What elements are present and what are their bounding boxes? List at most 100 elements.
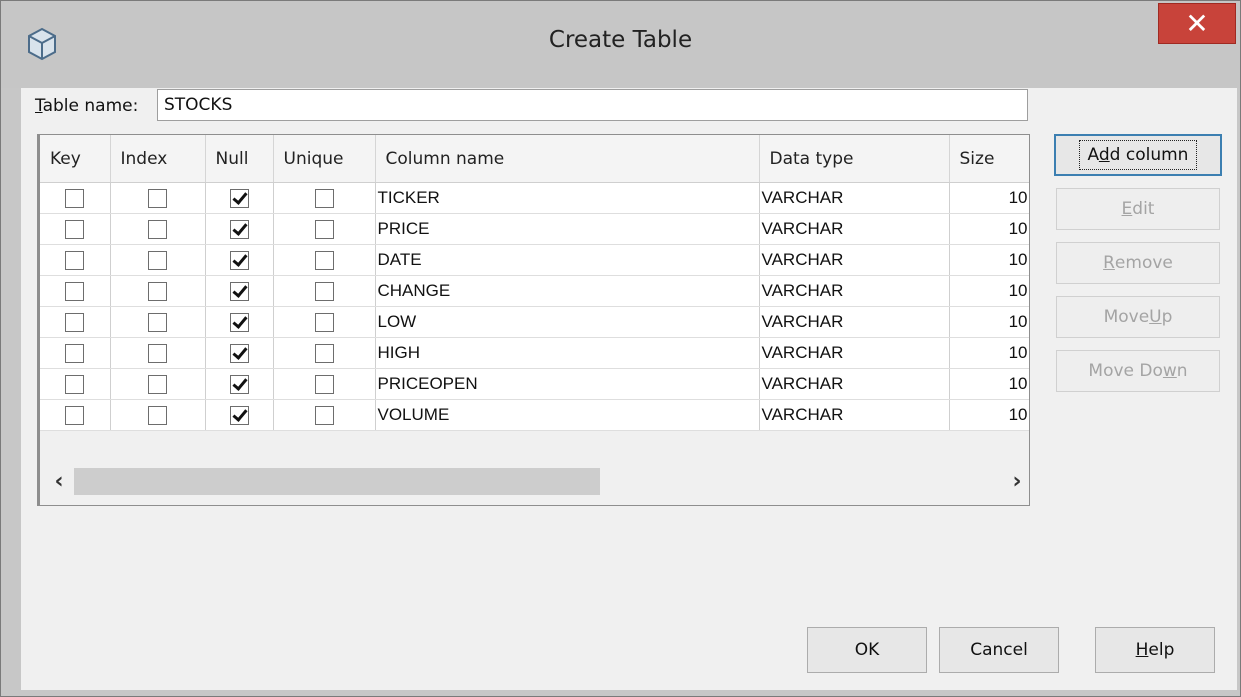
null-cell xyxy=(205,182,274,214)
table-row[interactable]: DATE VARCHAR 10 xyxy=(40,244,1029,276)
data-type-cell[interactable]: VARCHAR xyxy=(759,337,950,369)
unique-checkbox[interactable] xyxy=(314,220,334,239)
null-checkbox[interactable] xyxy=(229,282,249,301)
size-cell[interactable]: 10 xyxy=(949,399,1029,431)
index-checkbox[interactable] xyxy=(148,344,167,363)
key-checkbox[interactable] xyxy=(65,375,85,394)
unique-checkbox[interactable] xyxy=(314,282,334,301)
column-name-cell[interactable]: CHANGE xyxy=(375,275,760,307)
unique-checkbox[interactable] xyxy=(314,344,334,363)
data-type-cell[interactable]: VARCHAR xyxy=(759,306,950,338)
unique-checkbox[interactable] xyxy=(314,313,334,332)
column-header[interactable]: Null xyxy=(205,135,274,183)
table-name-label: Table name: xyxy=(35,96,138,116)
unique-checkbox[interactable] xyxy=(314,406,334,425)
scrollbar-thumb[interactable] xyxy=(74,468,600,495)
table-row[interactable]: LOW VARCHAR 10 xyxy=(40,306,1029,338)
null-checkbox[interactable] xyxy=(229,313,249,332)
table-row[interactable]: PRICEOPEN VARCHAR 10 xyxy=(40,368,1029,400)
column-name-cell[interactable]: VOLUME xyxy=(375,399,760,431)
unique-cell xyxy=(273,337,376,369)
index-checkbox[interactable] xyxy=(148,375,167,394)
size-cell[interactable]: 10 xyxy=(949,244,1029,276)
column-name-cell[interactable]: DATE xyxy=(375,244,760,276)
create-table-dialog: Create Table ✕ Table name: KeyIndexNullU… xyxy=(0,0,1241,697)
unique-checkbox[interactable] xyxy=(314,251,334,270)
table-row[interactable]: TICKER VARCHAR 10 xyxy=(40,182,1029,214)
column-header[interactable]: Size xyxy=(949,135,1029,183)
index-cell xyxy=(110,399,206,431)
table-row[interactable]: PRICE VARCHAR 10 xyxy=(40,213,1029,245)
table-name-mnemonic: T xyxy=(35,96,43,116)
null-checkbox[interactable] xyxy=(229,406,249,425)
index-cell xyxy=(110,337,206,369)
size-cell[interactable]: 10 xyxy=(949,337,1029,369)
null-checkbox[interactable] xyxy=(229,375,249,394)
key-checkbox[interactable] xyxy=(65,313,85,332)
null-checkbox[interactable] xyxy=(229,220,249,239)
column-header[interactable]: Unique xyxy=(273,135,376,183)
null-checkbox[interactable] xyxy=(229,344,249,363)
help-button[interactable]: Help xyxy=(1095,627,1215,673)
key-checkbox[interactable] xyxy=(65,282,85,301)
data-type-cell[interactable]: VARCHAR xyxy=(759,244,950,276)
unique-cell xyxy=(273,213,376,245)
table-row[interactable]: CHANGE VARCHAR 10 xyxy=(40,275,1029,307)
scroll-left-icon[interactable]: ‹ xyxy=(44,465,74,498)
index-checkbox[interactable] xyxy=(148,220,167,239)
cancel-button[interactable]: Cancel xyxy=(939,627,1059,673)
index-checkbox[interactable] xyxy=(148,282,167,301)
key-checkbox[interactable] xyxy=(65,189,85,208)
column-header[interactable]: Index xyxy=(110,135,206,183)
unique-checkbox[interactable] xyxy=(314,375,334,394)
ok-button[interactable]: OK xyxy=(807,627,927,673)
key-checkbox[interactable] xyxy=(65,220,85,239)
dialog-body: Table name: KeyIndexNullUniqueColumn nam… xyxy=(21,88,1237,690)
horizontal-scrollbar[interactable]: ‹ › xyxy=(40,465,1029,498)
table-row[interactable]: VOLUME VARCHAR 10 xyxy=(40,399,1029,431)
null-cell xyxy=(205,306,274,338)
key-cell xyxy=(40,399,111,431)
index-checkbox[interactable] xyxy=(148,189,167,208)
data-type-cell[interactable]: VARCHAR xyxy=(759,182,950,214)
column-name-cell[interactable]: LOW xyxy=(375,306,760,338)
index-cell xyxy=(110,275,206,307)
data-type-cell[interactable]: VARCHAR xyxy=(759,275,950,307)
table-row[interactable]: HIGH VARCHAR 10 xyxy=(40,337,1029,369)
column-name-cell[interactable]: TICKER xyxy=(375,182,760,214)
key-cell xyxy=(40,306,111,338)
key-checkbox[interactable] xyxy=(65,251,85,270)
scroll-right-icon[interactable]: › xyxy=(1002,465,1029,498)
data-type-cell[interactable]: VARCHAR xyxy=(759,368,950,400)
null-checkbox[interactable] xyxy=(229,251,249,270)
size-cell[interactable]: 10 xyxy=(949,306,1029,338)
column-name-cell[interactable]: HIGH xyxy=(375,337,760,369)
data-type-cell[interactable]: VARCHAR xyxy=(759,399,950,431)
title-bar[interactable]: Create Table ✕ xyxy=(1,1,1240,88)
size-cell[interactable]: 10 xyxy=(949,275,1029,307)
column-name-cell[interactable]: PRICEOPEN xyxy=(375,368,760,400)
column-header[interactable]: Key xyxy=(40,135,111,183)
key-checkbox[interactable] xyxy=(65,344,85,363)
remove-button[interactable]: Remove xyxy=(1056,242,1220,284)
key-checkbox[interactable] xyxy=(65,406,85,425)
data-type-cell[interactable]: VARCHAR xyxy=(759,213,950,245)
column-header[interactable]: Data type xyxy=(759,135,950,183)
index-checkbox[interactable] xyxy=(148,251,167,270)
index-checkbox[interactable] xyxy=(148,406,167,425)
index-cell xyxy=(110,244,206,276)
column-header[interactable]: Column name xyxy=(375,135,760,183)
size-cell[interactable]: 10 xyxy=(949,213,1029,245)
null-checkbox[interactable] xyxy=(229,189,249,208)
table-name-input[interactable] xyxy=(157,89,1028,121)
unique-checkbox[interactable] xyxy=(314,189,334,208)
close-button[interactable]: ✕ xyxy=(1158,3,1236,44)
size-cell[interactable]: 10 xyxy=(949,182,1029,214)
add-column-button[interactable]: Add column xyxy=(1054,134,1222,176)
column-name-cell[interactable]: PRICE xyxy=(375,213,760,245)
index-checkbox[interactable] xyxy=(148,313,167,332)
move-up-button[interactable]: Move Up xyxy=(1056,296,1220,338)
move-down-button[interactable]: Move Do w n xyxy=(1056,350,1220,392)
size-cell[interactable]: 10 xyxy=(949,368,1029,400)
edit-button[interactable]: Edit xyxy=(1056,188,1220,230)
